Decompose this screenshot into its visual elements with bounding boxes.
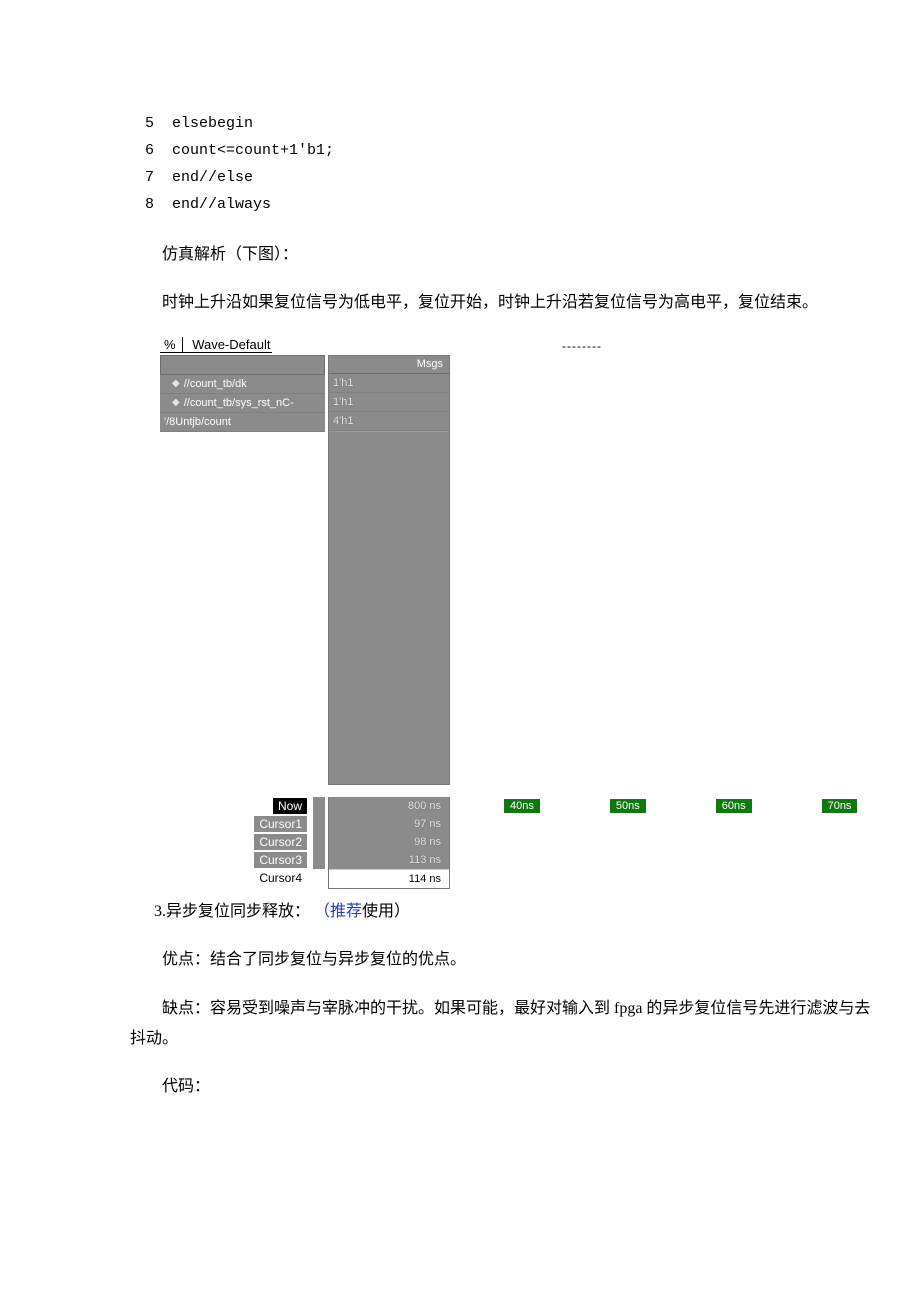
recommend-link[interactable]: （推荐 bbox=[314, 903, 362, 920]
cursor-gutter bbox=[313, 869, 325, 887]
cursor-label-1: Cursor1 bbox=[254, 816, 307, 832]
code-label: 代码： bbox=[130, 1072, 880, 1102]
cursor-label-2: Cursor2 bbox=[254, 834, 307, 850]
cursor-label-now: Now bbox=[273, 798, 307, 814]
waveform-window: % Wave-Default -------- ◆ //count_tb/dk … bbox=[130, 337, 880, 897]
signal-value-row: 4'h1 bbox=[329, 412, 449, 431]
wave-values-header: Msgs bbox=[329, 356, 449, 374]
cons-paragraph: 缺点：容易受到噪声与宰脉冲的干扰。如果可能，最好对输入到 fpga 的异步复位信… bbox=[130, 994, 880, 1055]
cursor-val-now: 800 ns bbox=[329, 797, 449, 815]
code-block: 5 elsebegin 6 count<=count+1'b1; 7 end//… bbox=[130, 110, 880, 218]
sim-desc-text: 时钟上升沿如果复位信号为低电平，复位开始，时钟上升沿若复位信号为高电平，复位结束… bbox=[162, 294, 818, 311]
wave-title-text: Wave-Default bbox=[192, 337, 270, 352]
code-text: end//always bbox=[172, 191, 271, 218]
pros-paragraph: 优点：结合了同步复位与异步复位的优点。 bbox=[130, 945, 880, 975]
cursor-val-4: 114 ns bbox=[329, 869, 449, 888]
cursor-row-4[interactable]: Cursor4 bbox=[160, 869, 325, 887]
wave-names-column: ◆ //count_tb/dk ◆ //count_tb/sys_rst_nC-… bbox=[160, 355, 325, 432]
time-tick: 40ns bbox=[504, 799, 540, 813]
simulation-description: 时钟上升沿如果复位信号为低电平，复位开始，时钟上升沿若复位信号为高电平，复位结束… bbox=[130, 288, 880, 318]
cursor-val-3: 113 ns bbox=[329, 851, 449, 869]
code-text: end//else bbox=[172, 164, 253, 191]
section-3-heading: 3.异步复位同步释放： （推荐使用） bbox=[130, 897, 880, 927]
signal-value-row: 1'h1 bbox=[329, 393, 449, 412]
code-line: 5 elsebegin bbox=[130, 110, 880, 137]
time-tick: 70ns bbox=[822, 799, 858, 813]
time-tick: 60ns bbox=[716, 799, 752, 813]
bullet-icon: ◆ bbox=[172, 397, 180, 408]
signal-name: //count_tb/dk bbox=[184, 378, 247, 390]
wave-names-header bbox=[160, 355, 325, 375]
sec3-tail: 使用） bbox=[362, 903, 410, 920]
time-tick: 50ns bbox=[610, 799, 646, 813]
wave-window-title: % Wave-Default bbox=[160, 337, 272, 353]
cursor-row-2[interactable]: Cursor2 bbox=[160, 833, 325, 851]
cursor-values-block: 800 ns 97 ns 98 ns 113 ns 114 ns bbox=[328, 797, 450, 889]
cursor-labels-block: Now Cursor1 Cursor2 Cursor3 Cursor4 bbox=[160, 797, 325, 887]
line-number: 8 bbox=[130, 191, 154, 218]
signal-name: '/8Untjb/count bbox=[164, 416, 231, 428]
bullet-icon: ◆ bbox=[172, 378, 180, 389]
signal-name-row[interactable]: ◆ //count_tb/sys_rst_nC- bbox=[160, 394, 325, 413]
wave-values-fill bbox=[329, 431, 449, 784]
signal-value-row: 1'h1 bbox=[329, 374, 449, 393]
signal-name: //count_tb/sys_rst_nC- bbox=[184, 397, 294, 409]
cursor-row-now[interactable]: Now bbox=[160, 797, 325, 815]
wave-title-pct: % bbox=[162, 337, 183, 352]
line-number: 6 bbox=[130, 137, 154, 164]
line-number: 7 bbox=[130, 164, 154, 191]
cursor-gutter bbox=[313, 815, 325, 833]
wave-time-axis: 40ns 50ns 60ns 70ns bbox=[460, 797, 857, 815]
wave-dashes: -------- bbox=[562, 339, 602, 353]
sec3-num: 3.异步复位同步释放： bbox=[154, 903, 310, 920]
signal-name-row[interactable]: ◆ //count_tb/dk bbox=[160, 375, 325, 394]
code-line: 7 end//else bbox=[130, 164, 880, 191]
cursor-label-3: Cursor3 bbox=[254, 852, 307, 868]
wave-values-column: Msgs 1'h1 1'h1 4'h1 bbox=[328, 355, 450, 785]
cursor-gutter bbox=[313, 851, 325, 869]
cursor-gutter bbox=[313, 797, 325, 815]
code-line: 6 count<=count+1'b1; bbox=[130, 137, 880, 164]
cursor-row-1[interactable]: Cursor1 bbox=[160, 815, 325, 833]
signal-name-row[interactable]: '/8Untjb/count bbox=[160, 413, 325, 432]
code-text: count<=count+1'b1; bbox=[172, 137, 334, 164]
line-number: 5 bbox=[130, 110, 154, 137]
code-text: elsebegin bbox=[172, 110, 253, 137]
cursor-val-1: 97 ns bbox=[329, 815, 449, 833]
simulation-title: 仿真解析（下图）： bbox=[130, 240, 880, 270]
code-line: 8 end//always bbox=[130, 191, 880, 218]
cursor-label-4: Cursor4 bbox=[254, 870, 307, 886]
cursor-row-3[interactable]: Cursor3 bbox=[160, 851, 325, 869]
cursor-gutter bbox=[313, 833, 325, 851]
cursor-val-2: 98 ns bbox=[329, 833, 449, 851]
